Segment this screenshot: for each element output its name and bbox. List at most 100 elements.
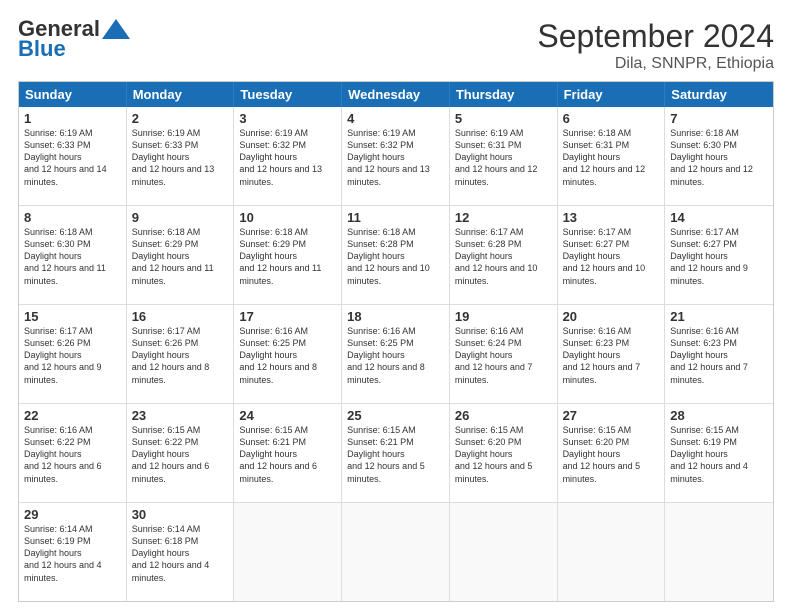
day-number: 29	[24, 507, 121, 522]
day-number: 26	[455, 408, 552, 423]
cell-content: Sunrise: 6:18 AMSunset: 6:29 PMDaylight …	[239, 227, 321, 286]
day-number: 6	[563, 111, 660, 126]
day-number: 20	[563, 309, 660, 324]
day-number: 12	[455, 210, 552, 225]
calendar-cell: 9 Sunrise: 6:18 AMSunset: 6:29 PMDayligh…	[127, 206, 235, 304]
day-number: 30	[132, 507, 229, 522]
cell-content: Sunrise: 6:18 AMSunset: 6:31 PMDaylight …	[563, 128, 646, 187]
day-number: 5	[455, 111, 552, 126]
day-number: 7	[670, 111, 768, 126]
cell-content: Sunrise: 6:18 AMSunset: 6:30 PMDaylight …	[24, 227, 106, 286]
calendar-cell: 24 Sunrise: 6:15 AMSunset: 6:21 PMDaylig…	[234, 404, 342, 502]
cell-content: Sunrise: 6:17 AMSunset: 6:28 PMDaylight …	[455, 227, 538, 286]
page: General Blue September 2024 Dila, SNNPR,…	[0, 0, 792, 612]
day-number: 14	[670, 210, 768, 225]
logo-blue-text: Blue	[18, 36, 66, 61]
cell-content: Sunrise: 6:14 AMSunset: 6:18 PMDaylight …	[132, 524, 210, 583]
day-number: 17	[239, 309, 336, 324]
cell-content: Sunrise: 6:14 AMSunset: 6:19 PMDaylight …	[24, 524, 102, 583]
day-header-tuesday: Tuesday	[234, 82, 342, 107]
day-number: 24	[239, 408, 336, 423]
calendar-cell: 7 Sunrise: 6:18 AMSunset: 6:30 PMDayligh…	[665, 107, 773, 205]
day-number: 2	[132, 111, 229, 126]
cell-content: Sunrise: 6:19 AMSunset: 6:33 PMDaylight …	[24, 128, 107, 187]
cell-content: Sunrise: 6:15 AMSunset: 6:22 PMDaylight …	[132, 425, 210, 484]
calendar-cell: 25 Sunrise: 6:15 AMSunset: 6:21 PMDaylig…	[342, 404, 450, 502]
calendar-cell: 16 Sunrise: 6:17 AMSunset: 6:26 PMDaylig…	[127, 305, 235, 403]
cell-content: Sunrise: 6:15 AMSunset: 6:21 PMDaylight …	[347, 425, 425, 484]
calendar-body: 1 Sunrise: 6:19 AMSunset: 6:33 PMDayligh…	[19, 107, 773, 601]
calendar-row-4: 22 Sunrise: 6:16 AMSunset: 6:22 PMDaylig…	[19, 404, 773, 503]
day-header-saturday: Saturday	[665, 82, 773, 107]
calendar-cell: 8 Sunrise: 6:18 AMSunset: 6:30 PMDayligh…	[19, 206, 127, 304]
day-number: 10	[239, 210, 336, 225]
calendar-header: SundayMondayTuesdayWednesdayThursdayFrid…	[19, 82, 773, 107]
calendar-row-3: 15 Sunrise: 6:17 AMSunset: 6:26 PMDaylig…	[19, 305, 773, 404]
day-number: 15	[24, 309, 121, 324]
calendar-cell: 26 Sunrise: 6:15 AMSunset: 6:20 PMDaylig…	[450, 404, 558, 502]
logo: General Blue	[18, 18, 130, 62]
cell-content: Sunrise: 6:17 AMSunset: 6:27 PMDaylight …	[563, 227, 646, 286]
cell-content: Sunrise: 6:17 AMSunset: 6:26 PMDaylight …	[132, 326, 210, 385]
calendar-cell: 11 Sunrise: 6:18 AMSunset: 6:28 PMDaylig…	[342, 206, 450, 304]
calendar-cell: 23 Sunrise: 6:15 AMSunset: 6:22 PMDaylig…	[127, 404, 235, 502]
calendar-row-5: 29 Sunrise: 6:14 AMSunset: 6:19 PMDaylig…	[19, 503, 773, 601]
location-title: Dila, SNNPR, Ethiopia	[537, 55, 774, 73]
calendar-cell: 1 Sunrise: 6:19 AMSunset: 6:33 PMDayligh…	[19, 107, 127, 205]
cell-content: Sunrise: 6:16 AMSunset: 6:23 PMDaylight …	[670, 326, 748, 385]
calendar-cell: 22 Sunrise: 6:16 AMSunset: 6:22 PMDaylig…	[19, 404, 127, 502]
cell-content: Sunrise: 6:16 AMSunset: 6:23 PMDaylight …	[563, 326, 641, 385]
day-number: 22	[24, 408, 121, 423]
cell-content: Sunrise: 6:18 AMSunset: 6:29 PMDaylight …	[132, 227, 214, 286]
day-number: 9	[132, 210, 229, 225]
cell-content: Sunrise: 6:16 AMSunset: 6:25 PMDaylight …	[239, 326, 317, 385]
day-number: 19	[455, 309, 552, 324]
calendar-cell	[450, 503, 558, 601]
calendar-cell: 2 Sunrise: 6:19 AMSunset: 6:33 PMDayligh…	[127, 107, 235, 205]
calendar-row-2: 8 Sunrise: 6:18 AMSunset: 6:30 PMDayligh…	[19, 206, 773, 305]
day-number: 13	[563, 210, 660, 225]
calendar-cell: 13 Sunrise: 6:17 AMSunset: 6:27 PMDaylig…	[558, 206, 666, 304]
day-number: 23	[132, 408, 229, 423]
cell-content: Sunrise: 6:15 AMSunset: 6:21 PMDaylight …	[239, 425, 317, 484]
calendar-cell: 4 Sunrise: 6:19 AMSunset: 6:32 PMDayligh…	[342, 107, 450, 205]
calendar-cell: 14 Sunrise: 6:17 AMSunset: 6:27 PMDaylig…	[665, 206, 773, 304]
calendar-cell	[665, 503, 773, 601]
calendar-cell: 10 Sunrise: 6:18 AMSunset: 6:29 PMDaylig…	[234, 206, 342, 304]
calendar-cell: 20 Sunrise: 6:16 AMSunset: 6:23 PMDaylig…	[558, 305, 666, 403]
day-number: 21	[670, 309, 768, 324]
cell-content: Sunrise: 6:19 AMSunset: 6:33 PMDaylight …	[132, 128, 215, 187]
calendar-cell: 15 Sunrise: 6:17 AMSunset: 6:26 PMDaylig…	[19, 305, 127, 403]
day-header-monday: Monday	[127, 82, 235, 107]
calendar-cell	[234, 503, 342, 601]
cell-content: Sunrise: 6:18 AMSunset: 6:28 PMDaylight …	[347, 227, 430, 286]
calendar-cell: 30 Sunrise: 6:14 AMSunset: 6:18 PMDaylig…	[127, 503, 235, 601]
cell-content: Sunrise: 6:19 AMSunset: 6:31 PMDaylight …	[455, 128, 538, 187]
day-header-sunday: Sunday	[19, 82, 127, 107]
calendar-cell: 19 Sunrise: 6:16 AMSunset: 6:24 PMDaylig…	[450, 305, 558, 403]
day-number: 28	[670, 408, 768, 423]
day-number: 25	[347, 408, 444, 423]
calendar-cell: 27 Sunrise: 6:15 AMSunset: 6:20 PMDaylig…	[558, 404, 666, 502]
calendar-cell	[342, 503, 450, 601]
cell-content: Sunrise: 6:15 AMSunset: 6:19 PMDaylight …	[670, 425, 748, 484]
cell-content: Sunrise: 6:15 AMSunset: 6:20 PMDaylight …	[455, 425, 533, 484]
month-title: September 2024	[537, 18, 774, 55]
calendar-cell	[558, 503, 666, 601]
cell-content: Sunrise: 6:16 AMSunset: 6:22 PMDaylight …	[24, 425, 102, 484]
day-header-wednesday: Wednesday	[342, 82, 450, 107]
calendar-cell: 5 Sunrise: 6:19 AMSunset: 6:31 PMDayligh…	[450, 107, 558, 205]
calendar-cell: 17 Sunrise: 6:16 AMSunset: 6:25 PMDaylig…	[234, 305, 342, 403]
day-number: 8	[24, 210, 121, 225]
day-number: 16	[132, 309, 229, 324]
calendar-cell: 29 Sunrise: 6:14 AMSunset: 6:19 PMDaylig…	[19, 503, 127, 601]
day-number: 3	[239, 111, 336, 126]
calendar-cell: 18 Sunrise: 6:16 AMSunset: 6:25 PMDaylig…	[342, 305, 450, 403]
day-number: 4	[347, 111, 444, 126]
day-number: 1	[24, 111, 121, 126]
cell-content: Sunrise: 6:17 AMSunset: 6:27 PMDaylight …	[670, 227, 748, 286]
calendar-cell: 12 Sunrise: 6:17 AMSunset: 6:28 PMDaylig…	[450, 206, 558, 304]
day-header-friday: Friday	[558, 82, 666, 107]
cell-content: Sunrise: 6:18 AMSunset: 6:30 PMDaylight …	[670, 128, 753, 187]
calendar-row-1: 1 Sunrise: 6:19 AMSunset: 6:33 PMDayligh…	[19, 107, 773, 206]
